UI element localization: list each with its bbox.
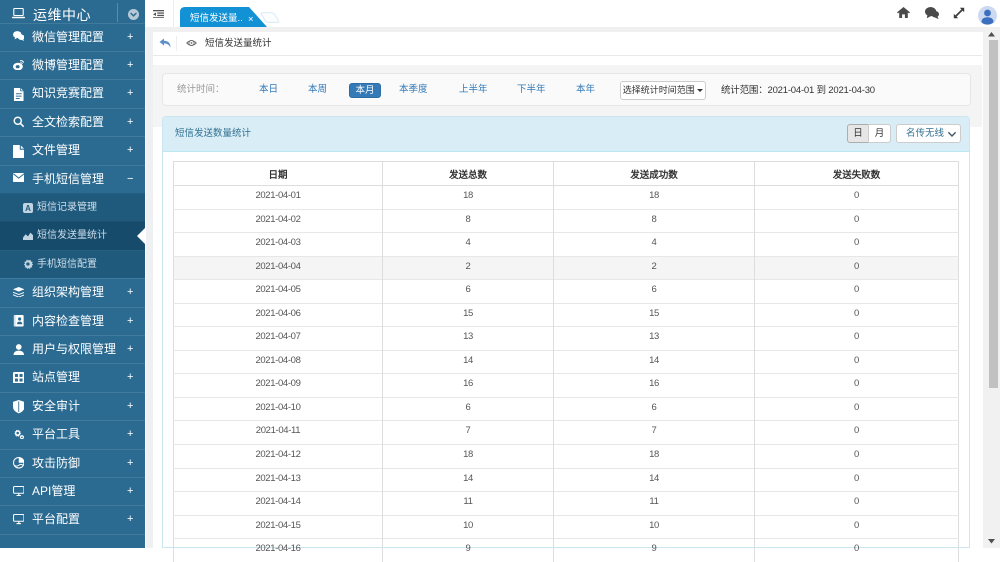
- svg-text:短信发送量..: 短信发送量..: [190, 12, 243, 24]
- svg-text:×: ×: [248, 14, 254, 25]
- svg-text:A: A: [25, 204, 31, 213]
